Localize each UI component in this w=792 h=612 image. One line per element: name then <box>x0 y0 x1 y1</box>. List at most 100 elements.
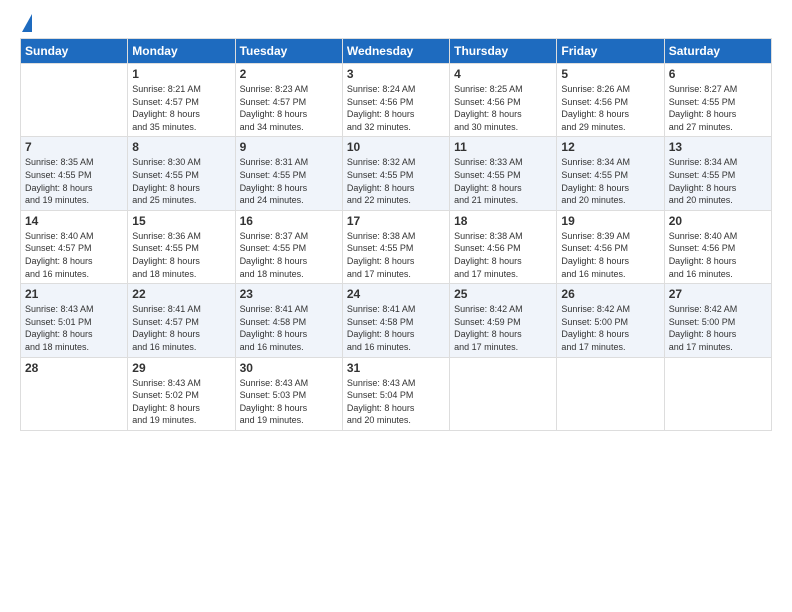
calendar-cell: 10Sunrise: 8:32 AM Sunset: 4:55 PM Dayli… <box>342 137 449 210</box>
calendar-cell: 29Sunrise: 8:43 AM Sunset: 5:02 PM Dayli… <box>128 357 235 430</box>
day-number: 30 <box>240 361 338 375</box>
day-number: 20 <box>669 214 767 228</box>
day-number: 12 <box>561 140 659 154</box>
calendar-cell: 16 Sunrise: 8:37 AM Sunset: 4:55 PM Dayli… <box>235 210 342 283</box>
calendar-cell: 13 Sunrise: 8:34 AM Sunset: 4:55 PM Dayli… <box>664 137 771 210</box>
weekday-header-tuesday: Tuesday <box>235 39 342 64</box>
calendar-cell: 30 Sunrise: 8:43 AM Sunset: 5:03 PM Dayli… <box>235 357 342 430</box>
day-info: Sunrise: 8:24 AM Sunset: 4:56 PM Dayligh… <box>347 83 445 133</box>
day-info: Sunrise: 8:43 AM Sunset: 5:02 PM Dayligh… <box>132 377 230 427</box>
calendar-cell <box>450 357 557 430</box>
calendar-cell: 20 Sunrise: 8:40 AM Sunset: 4:56 PM Dayli… <box>664 210 771 283</box>
weekday-header-saturday: Saturday <box>664 39 771 64</box>
day-number: 24 <box>347 287 445 301</box>
day-number: 1 <box>132 67 230 81</box>
calendar-cell: 28 <box>21 357 128 430</box>
day-info: Sunrise: 8:43 AM Sunset: 5:01 PM Dayligh… <box>25 303 123 353</box>
calendar-cell: 1 Sunrise: 8:21 AM Sunset: 4:57 PM Daylig… <box>128 64 235 137</box>
day-info: Sunrise: 8:36 AM Sunset: 4:55 PM Dayligh… <box>132 230 230 280</box>
calendar-cell: 19Sunrise: 8:39 AM Sunset: 4:56 PM Dayli… <box>557 210 664 283</box>
day-info: Sunrise: 8:21 AM Sunset: 4:57 PM Dayligh… <box>132 83 230 133</box>
day-info: Sunrise: 8:42 AM Sunset: 5:00 PM Dayligh… <box>669 303 767 353</box>
calendar-cell: 27 Sunrise: 8:42 AM Sunset: 5:00 PM Dayli… <box>664 284 771 357</box>
day-number: 5 <box>561 67 659 81</box>
day-info: Sunrise: 8:38 AM Sunset: 4:56 PM Dayligh… <box>454 230 552 280</box>
day-number: 7 <box>25 140 123 154</box>
calendar-cell: 25Sunrise: 8:42 AM Sunset: 4:59 PM Dayli… <box>450 284 557 357</box>
logo <box>20 18 32 28</box>
day-number: 28 <box>25 361 123 375</box>
day-number: 14 <box>25 214 123 228</box>
day-info: Sunrise: 8:37 AM Sunset: 4:55 PM Dayligh… <box>240 230 338 280</box>
day-info: Sunrise: 8:31 AM Sunset: 4:55 PM Dayligh… <box>240 156 338 206</box>
header <box>20 18 772 28</box>
day-info: Sunrise: 8:33 AM Sunset: 4:55 PM Dayligh… <box>454 156 552 206</box>
day-info: Sunrise: 8:34 AM Sunset: 4:55 PM Dayligh… <box>561 156 659 206</box>
weekday-header-monday: Monday <box>128 39 235 64</box>
day-number: 11 <box>454 140 552 154</box>
calendar-cell: 15 Sunrise: 8:36 AM Sunset: 4:55 PM Dayli… <box>128 210 235 283</box>
weekday-header-row: SundayMondayTuesdayWednesdayThursdayFrid… <box>21 39 772 64</box>
week-row-5: 28 29Sunrise: 8:43 AM Sunset: 5:02 PM Day… <box>21 357 772 430</box>
day-info: Sunrise: 8:38 AM Sunset: 4:55 PM Dayligh… <box>347 230 445 280</box>
day-number: 4 <box>454 67 552 81</box>
calendar-cell: 8Sunrise: 8:30 AM Sunset: 4:55 PM Daylig… <box>128 137 235 210</box>
calendar-cell: 18 Sunrise: 8:38 AM Sunset: 4:56 PM Dayli… <box>450 210 557 283</box>
week-row-1: 1 Sunrise: 8:21 AM Sunset: 4:57 PM Daylig… <box>21 64 772 137</box>
day-info: Sunrise: 8:43 AM Sunset: 5:04 PM Dayligh… <box>347 377 445 427</box>
week-row-3: 14 Sunrise: 8:40 AM Sunset: 4:57 PM Dayli… <box>21 210 772 283</box>
calendar-cell: 7 Sunrise: 8:35 AM Sunset: 4:55 PM Daylig… <box>21 137 128 210</box>
calendar-cell: 22 Sunrise: 8:41 AM Sunset: 4:57 PM Dayli… <box>128 284 235 357</box>
calendar-cell <box>664 357 771 430</box>
weekday-header-wednesday: Wednesday <box>342 39 449 64</box>
calendar-cell: 2 Sunrise: 8:23 AM Sunset: 4:57 PM Daylig… <box>235 64 342 137</box>
day-info: Sunrise: 8:30 AM Sunset: 4:55 PM Dayligh… <box>132 156 230 206</box>
day-info: Sunrise: 8:23 AM Sunset: 4:57 PM Dayligh… <box>240 83 338 133</box>
day-info: Sunrise: 8:32 AM Sunset: 4:55 PM Dayligh… <box>347 156 445 206</box>
calendar-cell <box>557 357 664 430</box>
calendar-cell: 26 Sunrise: 8:42 AM Sunset: 5:00 PM Dayli… <box>557 284 664 357</box>
day-number: 22 <box>132 287 230 301</box>
day-number: 6 <box>669 67 767 81</box>
day-number: 18 <box>454 214 552 228</box>
day-number: 16 <box>240 214 338 228</box>
day-number: 27 <box>669 287 767 301</box>
week-row-2: 7 Sunrise: 8:35 AM Sunset: 4:55 PM Daylig… <box>21 137 772 210</box>
day-info: Sunrise: 8:35 AM Sunset: 4:55 PM Dayligh… <box>25 156 123 206</box>
calendar-cell: 6 Sunrise: 8:27 AM Sunset: 4:55 PM Daylig… <box>664 64 771 137</box>
day-info: Sunrise: 8:42 AM Sunset: 5:00 PM Dayligh… <box>561 303 659 353</box>
weekday-header-friday: Friday <box>557 39 664 64</box>
day-number: 13 <box>669 140 767 154</box>
day-number: 26 <box>561 287 659 301</box>
day-info: Sunrise: 8:27 AM Sunset: 4:55 PM Dayligh… <box>669 83 767 133</box>
calendar-cell: 12 Sunrise: 8:34 AM Sunset: 4:55 PM Dayli… <box>557 137 664 210</box>
day-number: 23 <box>240 287 338 301</box>
day-info: Sunrise: 8:34 AM Sunset: 4:55 PM Dayligh… <box>669 156 767 206</box>
logo-arrow-icon <box>22 14 32 32</box>
day-info: Sunrise: 8:40 AM Sunset: 4:57 PM Dayligh… <box>25 230 123 280</box>
calendar-cell: 23Sunrise: 8:41 AM Sunset: 4:58 PM Dayli… <box>235 284 342 357</box>
day-info: Sunrise: 8:25 AM Sunset: 4:56 PM Dayligh… <box>454 83 552 133</box>
page: SundayMondayTuesdayWednesdayThursdayFrid… <box>0 0 792 612</box>
calendar: SundayMondayTuesdayWednesdayThursdayFrid… <box>20 38 772 431</box>
day-info: Sunrise: 8:41 AM Sunset: 4:57 PM Dayligh… <box>132 303 230 353</box>
calendar-cell: 5 Sunrise: 8:26 AM Sunset: 4:56 PM Daylig… <box>557 64 664 137</box>
day-number: 3 <box>347 67 445 81</box>
calendar-cell: 31 Sunrise: 8:43 AM Sunset: 5:04 PM Dayli… <box>342 357 449 430</box>
weekday-header-sunday: Sunday <box>21 39 128 64</box>
week-row-4: 21Sunrise: 8:43 AM Sunset: 5:01 PM Dayli… <box>21 284 772 357</box>
day-info: Sunrise: 8:42 AM Sunset: 4:59 PM Dayligh… <box>454 303 552 353</box>
weekday-header-thursday: Thursday <box>450 39 557 64</box>
calendar-cell <box>21 64 128 137</box>
day-info: Sunrise: 8:40 AM Sunset: 4:56 PM Dayligh… <box>669 230 767 280</box>
day-number: 31 <box>347 361 445 375</box>
calendar-cell: 3 Sunrise: 8:24 AM Sunset: 4:56 PM Daylig… <box>342 64 449 137</box>
calendar-cell: 24Sunrise: 8:41 AM Sunset: 4:58 PM Dayli… <box>342 284 449 357</box>
day-info: Sunrise: 8:26 AM Sunset: 4:56 PM Dayligh… <box>561 83 659 133</box>
day-number: 19 <box>561 214 659 228</box>
calendar-cell: 9Sunrise: 8:31 AM Sunset: 4:55 PM Daylig… <box>235 137 342 210</box>
day-info: Sunrise: 8:43 AM Sunset: 5:03 PM Dayligh… <box>240 377 338 427</box>
day-number: 15 <box>132 214 230 228</box>
day-number: 2 <box>240 67 338 81</box>
calendar-cell: 17Sunrise: 8:38 AM Sunset: 4:55 PM Dayli… <box>342 210 449 283</box>
